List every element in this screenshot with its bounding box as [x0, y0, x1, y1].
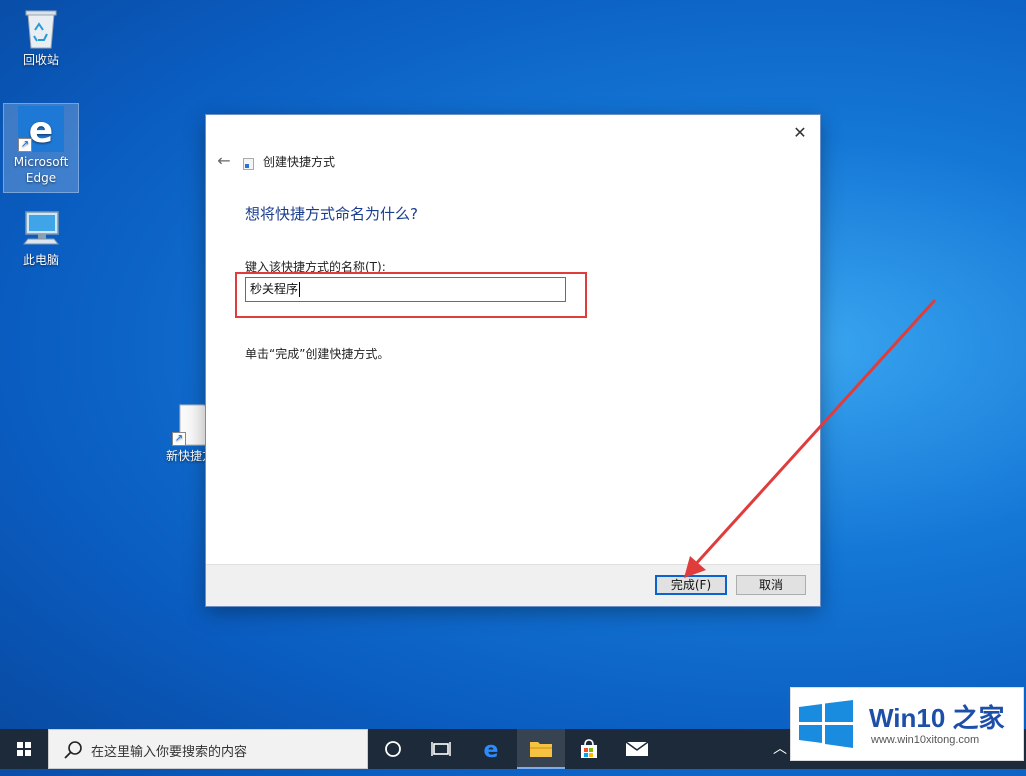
svg-text:e: e	[484, 738, 499, 761]
cortana-circle-icon	[385, 741, 401, 757]
edge-icon: e	[484, 738, 499, 763]
shortcut-wizard-icon	[243, 158, 254, 170]
dialog-footer: 完成(F) 取消	[206, 564, 820, 606]
dialog-title: 创建快捷方式	[263, 155, 336, 169]
close-button[interactable]: ✕	[788, 121, 812, 145]
taskbar-edge-button[interactable]: e	[467, 729, 515, 769]
desktop-icon-label: 此电脑	[22, 253, 59, 267]
desktop-icon-edge[interactable]: e ↗ Microsoft Edge	[3, 103, 79, 193]
task-view-icon	[431, 742, 451, 756]
tray-chevron-up-icon[interactable]: ︿	[770, 729, 790, 769]
finish-button[interactable]: 完成(F)	[655, 575, 727, 595]
create-shortcut-dialog: ✕ ← 创建快捷方式 想将快捷方式命名为什么? 键入该快捷方式的名称(T): 秒…	[206, 115, 820, 606]
back-arrow-icon[interactable]: ←	[214, 151, 234, 171]
windows-logo-icon	[799, 700, 853, 748]
desktop-icon-label: 回收站	[22, 53, 59, 67]
shortcut-name-value: 秒关程序	[250, 282, 299, 296]
cortana-button[interactable]	[369, 729, 417, 769]
start-button[interactable]	[0, 729, 48, 769]
svg-text:e: e	[29, 110, 53, 151]
search-placeholder: 在这里输入你要搜索的内容	[91, 745, 248, 760]
windows-logo-icon	[17, 742, 31, 756]
desktop-icon-this-pc[interactable]: 此电脑	[4, 208, 78, 268]
watermark-url: www.win10xitong.com	[871, 734, 980, 746]
taskbar-mail-button[interactable]	[613, 729, 661, 769]
watermark-brand: Win10 之家	[869, 703, 1005, 733]
edge-icon: e ↗	[18, 106, 64, 152]
search-icon	[64, 741, 82, 759]
shortcut-arrow-icon: ↗	[18, 138, 32, 152]
folder-icon	[530, 742, 552, 757]
taskbar-search-box[interactable]: 在这里输入你要搜索的内容	[48, 729, 368, 769]
shortcut-name-input[interactable]: 秒关程序	[245, 277, 566, 302]
mail-envelope-icon	[625, 741, 649, 756]
desktop-icon-label: Microsoft Edge	[13, 155, 69, 185]
computer-icon	[20, 208, 62, 250]
win10-watermark-logo: Win10 之家 www.win10xitong.com	[790, 687, 1024, 761]
desktop-icon-recycle-bin[interactable]: 回收站	[4, 6, 78, 68]
taskbar-store-button[interactable]	[565, 729, 613, 769]
shortcut-arrow-icon: ↗	[172, 432, 186, 446]
task-view-button[interactable]	[417, 729, 465, 769]
dialog-heading: 想将快捷方式命名为什么?	[245, 205, 418, 223]
store-bag-icon	[581, 739, 597, 758]
recycle-bin-icon	[22, 6, 60, 50]
taskbar-file-explorer-button[interactable]	[517, 729, 565, 769]
finish-hint-text: 单击“完成”创建快捷方式。	[245, 347, 390, 361]
cancel-button[interactable]: 取消	[736, 575, 806, 595]
